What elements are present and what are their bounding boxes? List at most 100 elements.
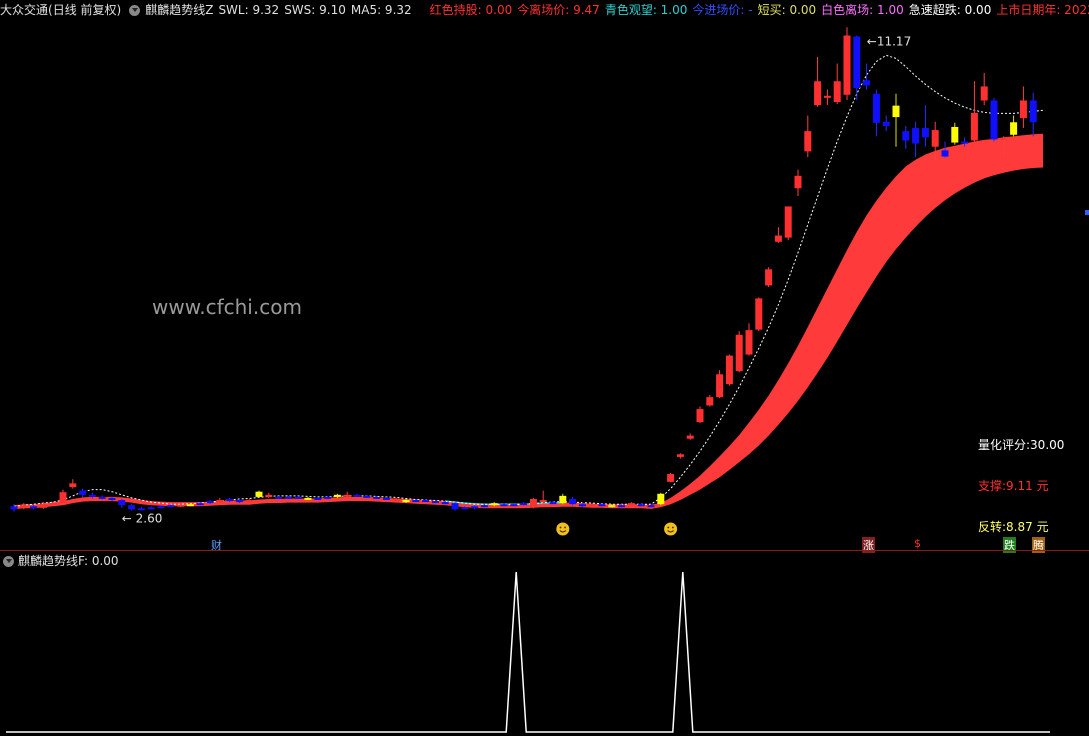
panel-divider	[0, 550, 1089, 551]
candle-body	[794, 175, 802, 189]
candle-body	[725, 355, 733, 385]
stock-name[interactable]: 大众交通	[0, 3, 48, 17]
candle-body	[539, 500, 547, 503]
candle	[970, 81, 978, 142]
candle-body	[304, 497, 312, 500]
candle-body	[951, 126, 959, 143]
candle	[882, 115, 890, 132]
candle-body	[686, 435, 694, 439]
low-price-label: ← 2.60	[122, 511, 163, 525]
candle-body	[608, 505, 616, 508]
candle-body	[676, 454, 684, 457]
candle-body	[667, 474, 675, 482]
candle	[69, 479, 77, 489]
high-price-label: ←11.17	[867, 35, 911, 49]
indicator-menu-icon[interactable]	[129, 5, 141, 16]
exit-price-value: 今离场价: 9.47	[517, 3, 600, 17]
candle-body	[118, 500, 126, 506]
candle-body	[412, 500, 420, 503]
candle-body	[88, 494, 96, 497]
candle	[382, 496, 390, 501]
candle	[676, 453, 684, 459]
sub-indicator-line	[6, 571, 1050, 733]
candle	[1010, 115, 1018, 137]
candle-body	[255, 491, 263, 497]
candle-body	[863, 80, 871, 86]
candle-body	[461, 507, 469, 510]
candle-body	[157, 506, 165, 509]
swl-value: SWL: 9.32	[218, 3, 280, 17]
candle-body	[343, 494, 351, 497]
indicator-name[interactable]: 麒麟趋势线Z	[145, 3, 213, 17]
candle-body	[128, 505, 136, 510]
candle-body	[1029, 100, 1037, 123]
listing-date-value: 上市日期年: 2022.K	[996, 3, 1089, 17]
candle	[294, 495, 302, 499]
candle	[833, 63, 841, 105]
candlestick-chart[interactable]: ←11.17 ← 2.60	[0, 20, 1089, 550]
candle-body	[1019, 100, 1027, 119]
candle	[686, 433, 694, 440]
candle-body	[980, 86, 988, 101]
smiley-eye	[559, 526, 562, 529]
candle	[1029, 92, 1037, 137]
chart-header: 大众交通(日线 前复权) 麒麟趋势线Z SWL: 9.32 SWS: 9.10 MA5:…	[0, 0, 1089, 20]
watermark: www.cfchi.com	[152, 295, 302, 319]
smiley-face	[556, 522, 570, 536]
white-exit-value: 白色离场: 1.00	[821, 3, 904, 17]
candle-body	[235, 500, 243, 503]
candle-body	[294, 496, 302, 499]
candle-body	[931, 130, 939, 147]
candle	[98, 495, 106, 500]
candle-body	[774, 235, 782, 242]
candle-body	[59, 492, 67, 504]
candle-body	[314, 497, 322, 500]
candle	[804, 115, 812, 158]
score-label: 量化评分:30.00	[978, 438, 1065, 452]
tag-dollar[interactable]: $	[914, 537, 921, 550]
ma5-value: MA5: 9.32	[350, 3, 412, 17]
candle-body	[402, 500, 410, 503]
candle	[304, 496, 312, 501]
candle-body	[823, 95, 831, 98]
candle	[774, 227, 782, 243]
candle	[451, 502, 459, 511]
fast-drop-value: 急速超跌: 0.00	[908, 3, 992, 17]
candle-body	[20, 505, 28, 508]
candle-body	[500, 504, 508, 507]
candle-body	[480, 505, 488, 508]
smiley-icon[interactable]	[556, 522, 570, 536]
candle-body	[284, 496, 292, 499]
candle	[59, 489, 67, 505]
candle	[137, 506, 145, 511]
candle	[696, 406, 704, 424]
candle-body	[598, 504, 606, 507]
candle-body	[833, 81, 841, 103]
candle	[529, 497, 537, 509]
candle-body	[510, 504, 518, 507]
candle-body	[559, 495, 567, 504]
candle-body	[98, 496, 106, 499]
candle	[255, 490, 263, 498]
candle-body	[39, 504, 47, 508]
right-edge-marker	[1085, 210, 1089, 215]
candle-body	[137, 508, 145, 511]
sub-indicator-chart[interactable]	[0, 552, 1089, 736]
smiley-eye	[667, 526, 670, 529]
candle-body	[431, 501, 439, 504]
candle-body	[696, 409, 704, 423]
candle-body	[745, 330, 753, 355]
candle-body	[755, 298, 763, 330]
candle-body	[735, 334, 743, 372]
candle	[275, 495, 283, 499]
candle-body	[216, 500, 224, 503]
candle-body	[970, 112, 978, 141]
candle-body	[490, 503, 498, 506]
smiley-icon[interactable]	[664, 522, 678, 536]
candle-body	[108, 497, 116, 501]
candle-body	[363, 495, 371, 498]
candle-body	[843, 35, 851, 95]
reversal-label: 反转:8.87 元	[978, 520, 1049, 534]
candle-body	[941, 150, 949, 157]
candle-body	[392, 498, 400, 501]
